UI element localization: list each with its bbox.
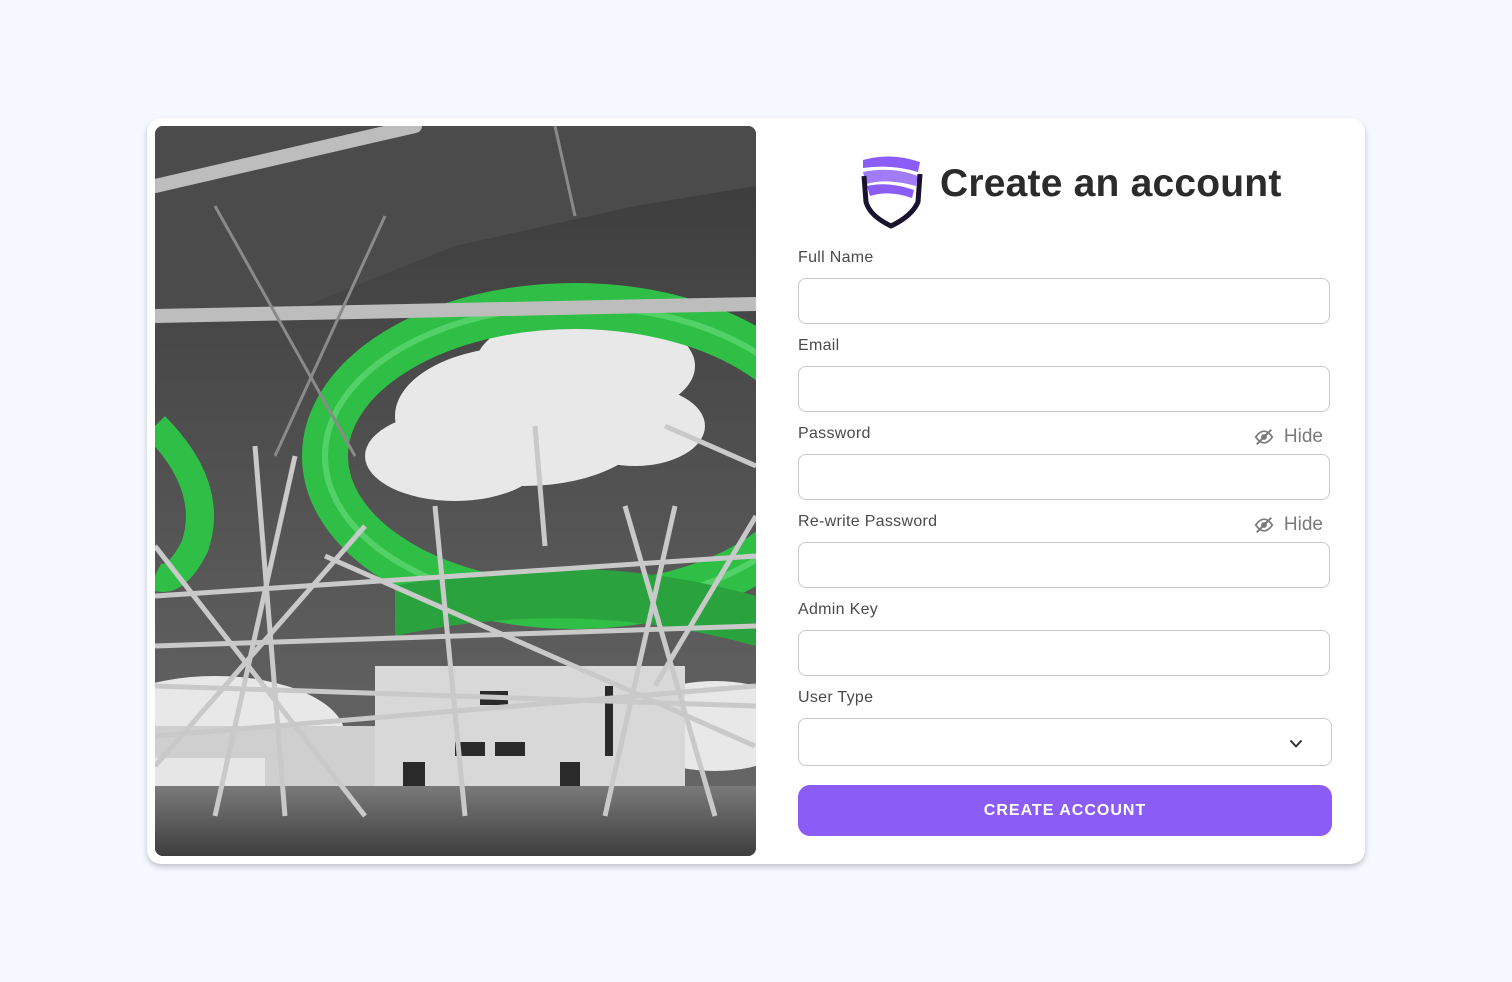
full-name-label: Full Name <box>798 249 874 266</box>
email-input[interactable] <box>798 366 1330 412</box>
password-input[interactable] <box>798 454 1330 500</box>
hero-image <box>155 126 756 856</box>
user-type-label: User Type <box>798 689 874 706</box>
signup-form: Create an account Full Name Email Passwo… <box>798 118 1332 864</box>
chevron-down-icon <box>1290 740 1302 748</box>
full-name-input[interactable] <box>798 278 1330 324</box>
password-label: Password <box>798 425 871 442</box>
confirm-password-toggle-label: Hide <box>1283 514 1323 535</box>
create-account-button[interactable]: CREATE ACCOUNT <box>798 785 1332 836</box>
eye-slash-icon <box>1254 517 1274 533</box>
shield-icon <box>861 156 923 229</box>
email-label: Email <box>798 337 840 354</box>
admin-key-input[interactable] <box>798 630 1330 676</box>
water-slide-photo <box>155 126 756 856</box>
confirm-password-visibility-toggle[interactable]: Hide <box>1252 513 1332 537</box>
form-header: Create an account <box>858 152 1282 232</box>
user-type-select[interactable] <box>798 718 1332 766</box>
confirm-password-label: Re-write Password <box>798 513 938 530</box>
signup-card: Create an account Full Name Email Passwo… <box>147 118 1365 864</box>
password-visibility-toggle[interactable]: Hide <box>1252 425 1332 449</box>
confirm-password-input[interactable] <box>798 542 1330 588</box>
password-toggle-label: Hide <box>1283 426 1323 447</box>
eye-slash-icon <box>1254 429 1274 445</box>
admin-key-label: Admin Key <box>798 601 879 618</box>
page-title: Create an account <box>940 162 1282 205</box>
